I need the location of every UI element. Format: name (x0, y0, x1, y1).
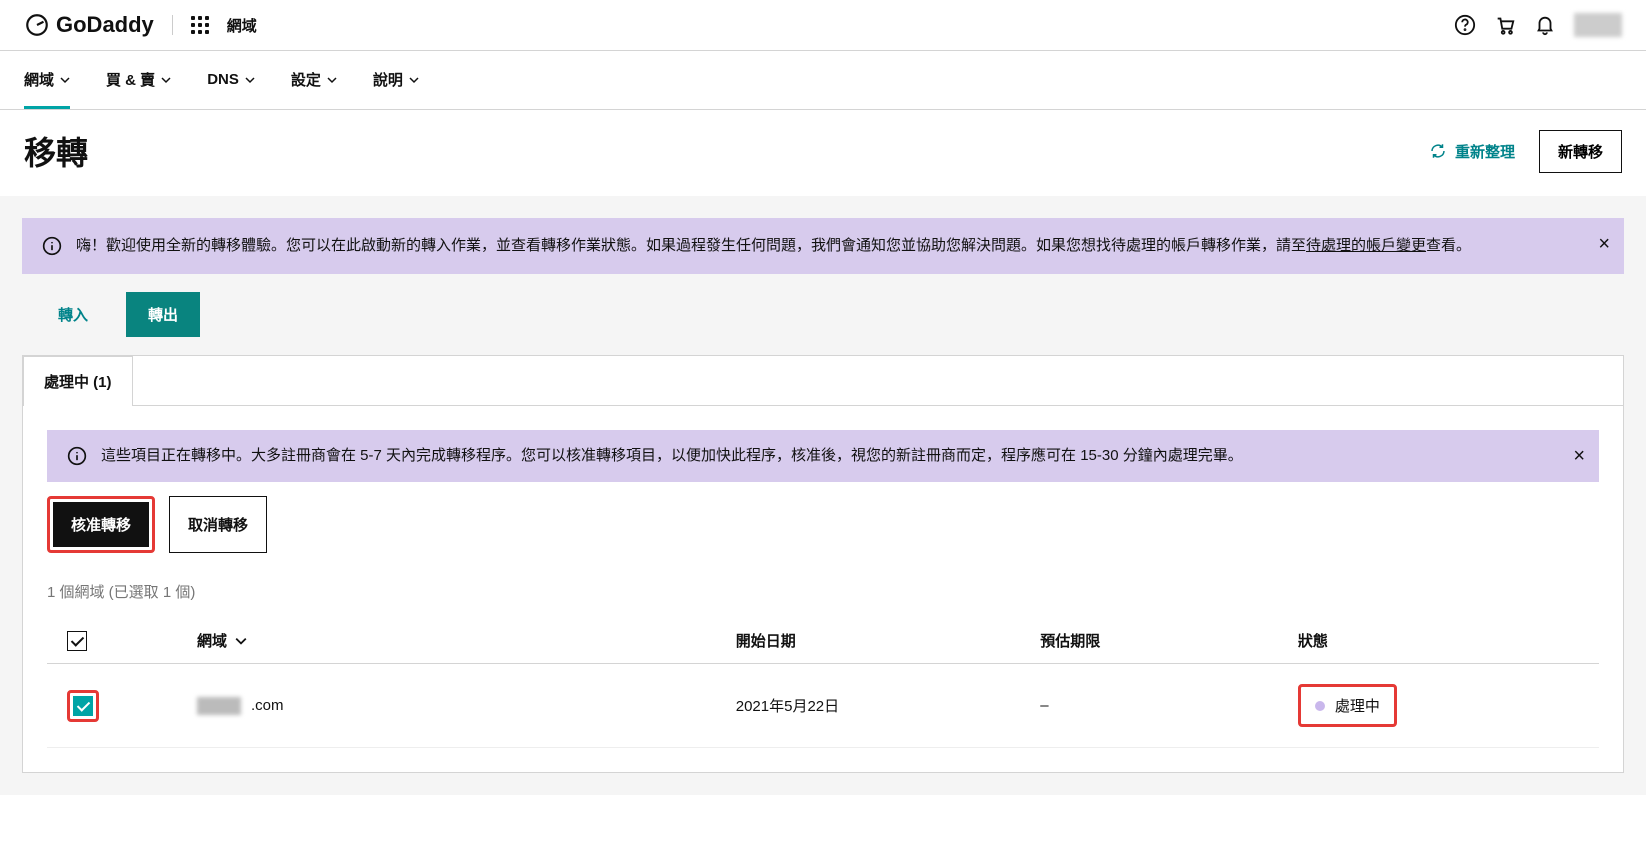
subnav-item-settings[interactable]: 設定 (291, 69, 337, 109)
header-domain[interactable]: 網域 (197, 630, 736, 651)
subnav-label: DNS (207, 71, 239, 88)
cell-estimated: – (1040, 697, 1298, 714)
brand-name: GoDaddy (56, 12, 154, 38)
brand-logo[interactable]: GoDaddy (24, 12, 154, 38)
processing-tab[interactable]: 處理中 (1) (23, 356, 133, 406)
apps-grid-icon[interactable] (191, 16, 209, 34)
subnav-label: 說明 (373, 69, 403, 90)
section-label: 網域 (227, 15, 257, 36)
subnav-label: 網域 (24, 69, 54, 90)
highlight-checkbox (67, 690, 99, 722)
table-header: 網域 開始日期 預估期限 狀態 (47, 618, 1599, 664)
subnav-item-domains[interactable]: 網域 (24, 69, 70, 109)
new-transfer-button[interactable]: 新轉移 (1539, 130, 1622, 173)
title-actions: 重新整理 新轉移 (1429, 130, 1622, 173)
cell-start-date: 2021年5月22日 (736, 695, 1041, 716)
card-body: 這些項目正在轉移中。大多註冊商會在 5-7 天內完成轉移程序。您可以核准轉移項目… (23, 406, 1623, 772)
user-menu[interactable] (1574, 13, 1622, 37)
subnav-item-buysell[interactable]: 買 & 賣 (106, 69, 171, 109)
tab-transfer-out[interactable]: 轉出 (126, 292, 200, 337)
info-icon (67, 446, 87, 466)
chevron-down-icon (235, 635, 247, 647)
info-icon (42, 236, 62, 256)
card-tab-header: 處理中 (1) (23, 356, 1623, 406)
tab-transfer-in[interactable]: 轉入 (36, 292, 110, 337)
sub-nav: 網域 買 & 賣 DNS 設定 說明 (0, 51, 1646, 110)
close-icon[interactable]: × (1598, 228, 1610, 260)
content-area: 嗨！歡迎使用全新的轉移體驗。您可以在此啟動新的轉入作業，並查看轉移作業狀態。如果… (0, 196, 1646, 795)
banner-text: 嗨！歡迎使用全新的轉移體驗。您可以在此啟動新的轉入作業，並查看轉移作業狀態。如果… (76, 234, 1471, 258)
highlight-status: 處理中 (1298, 684, 1397, 727)
highlight-approve: 核准轉移 (47, 496, 155, 553)
close-icon[interactable]: × (1573, 440, 1585, 472)
redacted-domain (197, 697, 241, 715)
subnav-label: 買 & 賣 (106, 69, 155, 90)
chevron-down-icon (161, 75, 171, 85)
pending-changes-link[interactable]: 待處理的帳戶變更 (1306, 237, 1426, 254)
cancel-transfer-button[interactable]: 取消轉移 (169, 496, 267, 553)
cart-icon[interactable] (1494, 14, 1516, 36)
top-header-right (1454, 13, 1622, 37)
chevron-down-icon (327, 75, 337, 85)
approve-transfer-button[interactable]: 核准轉移 (53, 502, 149, 547)
subnav-item-dns[interactable]: DNS (207, 69, 255, 109)
godaddy-logo-icon (24, 12, 50, 38)
refresh-button[interactable]: 重新整理 (1429, 141, 1515, 162)
row-checkbox[interactable] (73, 696, 93, 716)
subnav-item-help[interactable]: 說明 (373, 69, 419, 109)
chevron-down-icon (245, 75, 255, 85)
selection-count: 1 個網域 (已選取 1 個) (47, 581, 1599, 602)
select-all-checkbox[interactable] (67, 631, 87, 651)
transfers-table: 網域 開始日期 預估期限 狀態 .com (47, 618, 1599, 748)
status-dot-icon (1315, 701, 1325, 711)
help-icon[interactable] (1454, 14, 1476, 36)
welcome-banner: 嗨！歡迎使用全新的轉移體驗。您可以在此啟動新的轉入作業，並查看轉移作業狀態。如果… (22, 218, 1624, 274)
bell-icon[interactable] (1534, 14, 1556, 36)
refresh-icon (1429, 142, 1447, 160)
header-estimated: 預估期限 (1040, 630, 1298, 651)
header-status: 狀態 (1298, 630, 1579, 651)
transfers-card: 處理中 (1) 這些項目正在轉移中。大多註冊商會在 5-7 天內完成轉移程序。您… (22, 355, 1624, 773)
processing-banner: 這些項目正在轉移中。大多註冊商會在 5-7 天內完成轉移程序。您可以核准轉移項目… (47, 430, 1599, 482)
transfer-direction-tabs: 轉入 轉出 (22, 274, 1624, 355)
cell-status: 處理中 (1298, 684, 1579, 727)
refresh-label: 重新整理 (1455, 141, 1515, 162)
chevron-down-icon (409, 75, 419, 85)
action-buttons: 核准轉移 取消轉移 (47, 496, 1599, 553)
title-row: 移轉 重新整理 新轉移 (0, 110, 1646, 196)
table-row: .com 2021年5月22日 – 處理中 (47, 664, 1599, 748)
top-header-left: GoDaddy 網域 (24, 12, 257, 38)
divider (172, 15, 173, 35)
page-title: 移轉 (24, 128, 88, 174)
subnav-label: 設定 (291, 69, 321, 90)
cell-domain: .com (197, 697, 736, 715)
processing-banner-text: 這些項目正在轉移中。大多註冊商會在 5-7 天內完成轉移程序。您可以核准轉移項目… (101, 444, 1243, 468)
header-start-date: 開始日期 (736, 630, 1041, 651)
top-header: GoDaddy 網域 (0, 0, 1646, 51)
chevron-down-icon (60, 75, 70, 85)
